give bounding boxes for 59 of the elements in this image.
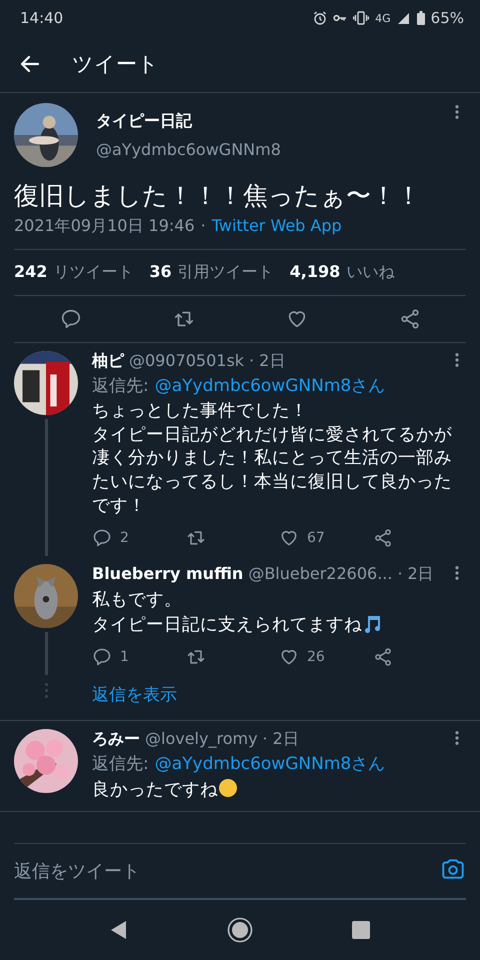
separator-dot: · (249, 351, 254, 370)
post-time: 2日 (408, 564, 434, 586)
stat-count[interactable]: 242 (14, 262, 48, 283)
reply-text: 良かったですね (92, 780, 218, 800)
post-time: 2日 (272, 729, 299, 750)
reply-text: タイピー日記がどれだけ皆に愛されてるかが凄く分かりました！私にとって生活の一部みたいになってるし！本当に復旧して良かったです！ (92, 424, 452, 516)
alarm-icon (313, 11, 328, 25)
tweet-text: 復旧しました！！！焦ったぁ〜！！ (14, 180, 422, 212)
like-count: 26 (307, 649, 325, 666)
battery-icon (416, 11, 425, 25)
share-icon[interactable] (372, 647, 392, 668)
key-icon (333, 13, 348, 23)
reply-count: 1 (120, 649, 129, 666)
like-icon[interactable] (279, 528, 299, 548)
status-time: 14:40 (20, 9, 64, 27)
battery-percent: 65% (430, 9, 464, 27)
signal-icon (396, 11, 411, 25)
user-handle: @aYydmbc6owGNNm8 (96, 140, 282, 159)
separator-dot: · (200, 216, 206, 237)
reply-icon[interactable] (92, 647, 112, 668)
mention-link[interactable]: @aYydmbc6owGNNm8さん (154, 374, 386, 397)
show-replies-link[interactable]: 返信を表示 (92, 685, 177, 706)
recents-nav-icon[interactable] (352, 921, 370, 939)
reply-icon[interactable] (60, 308, 82, 330)
tweet-timestamp: 2021年09月10日 19:46 (14, 216, 195, 237)
stat-count[interactable]: 36 (149, 262, 172, 283)
separator-dot: · (397, 564, 403, 584)
home-nav-icon[interactable] (226, 917, 253, 943)
reply-text: タイピー日記に支えられてますね (92, 614, 362, 635)
user-name[interactable]: ろみー (92, 729, 140, 750)
share-icon[interactable] (398, 308, 420, 330)
mention-link[interactable]: @aYydmbc6owGNNm8さん (154, 752, 386, 776)
reply-count: 2 (120, 530, 129, 546)
user-name[interactable]: 柚ピ (92, 351, 124, 372)
post-time: 2日 (259, 351, 286, 372)
reply-to-label: 返信先: (92, 375, 149, 397)
reply-input-field[interactable]: 返信をツイート (14, 860, 440, 882)
reply-text: 私もです。 (92, 590, 182, 610)
like-count: 67 (307, 530, 325, 546)
stat-label[interactable]: いいね (346, 262, 394, 283)
source-link[interactable]: Twitter Web App (212, 216, 342, 237)
network-type: 4G (375, 12, 391, 24)
reply-text: ちょっとした事件でした！ (92, 401, 308, 421)
stat-count[interactable]: 4,198 (290, 262, 340, 283)
like-icon[interactable] (279, 647, 299, 668)
share-icon[interactable] (372, 528, 392, 548)
user-handle: @09070501sk (129, 351, 244, 370)
user-name[interactable]: タイピー日記 (96, 111, 430, 132)
user-handle: @Blueber22606... (248, 564, 392, 584)
back-nav-icon[interactable] (110, 920, 128, 940)
stat-label[interactable]: 引用ツイート (178, 262, 274, 283)
separator-dot: · (262, 729, 268, 748)
vibrate-icon (353, 11, 370, 25)
reply-to-label: 返信先: (92, 753, 149, 776)
reply-icon[interactable] (92, 528, 112, 548)
stat-label[interactable]: リツイート (53, 262, 134, 283)
user-handle: @lovely_romy (145, 729, 258, 748)
user-name[interactable]: Blueberry muffin (92, 564, 244, 584)
page-title: ツイート (72, 51, 159, 78)
